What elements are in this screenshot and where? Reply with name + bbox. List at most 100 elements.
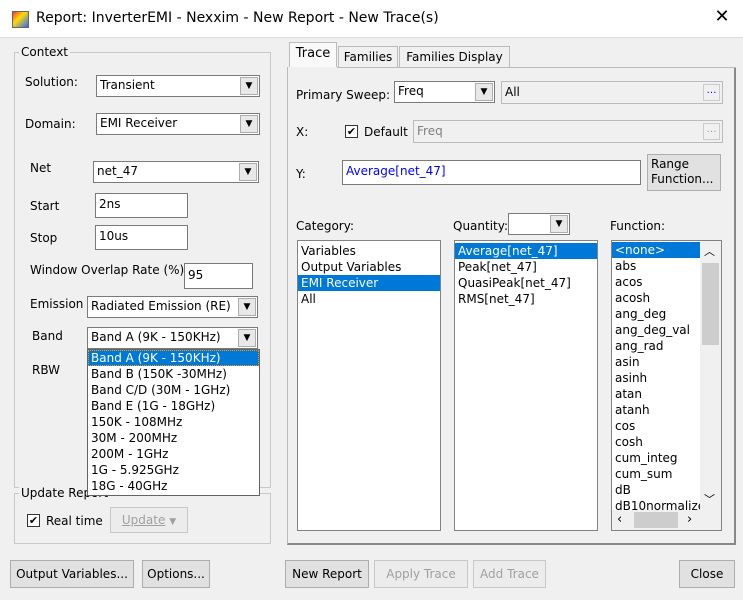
chevron-down-icon: ▼ bbox=[239, 163, 257, 181]
net-select[interactable]: net_47 ▼ bbox=[93, 161, 259, 183]
band-option[interactable]: 1G - 5.925GHz bbox=[88, 462, 259, 478]
quantity-label: Quantity: bbox=[453, 219, 509, 233]
rbw-label: RBW bbox=[32, 363, 61, 377]
title-bar: Report: InverterEMI - Nexxim - New Repor… bbox=[0, 0, 743, 38]
scroll-right-icon[interactable]: › bbox=[687, 512, 692, 527]
category-item[interactable]: EMI Receiver bbox=[298, 275, 440, 291]
domain-value: EMI Receiver bbox=[100, 116, 178, 130]
tab-families-display[interactable]: Families Display bbox=[399, 46, 510, 68]
x-label: X: bbox=[296, 125, 309, 139]
primary-sweep-label: Primary Sweep: bbox=[296, 88, 391, 102]
emission-select[interactable]: Radiated Emission (RE) ▼ bbox=[87, 296, 258, 318]
function-item[interactable]: acosh bbox=[612, 290, 700, 306]
band-option[interactable]: Band A (9K - 150KHz) bbox=[88, 350, 259, 366]
function-item[interactable]: <none> bbox=[612, 242, 700, 258]
quantity-item[interactable]: Average[net_47] bbox=[455, 243, 597, 259]
scroll-thumb[interactable] bbox=[702, 263, 719, 345]
horizontal-scrollbar[interactable]: ‹ › bbox=[612, 510, 721, 530]
start-input[interactable]: 2ns bbox=[95, 193, 188, 218]
context-group-label: Context bbox=[19, 45, 71, 59]
function-list[interactable]: <none> abs acos acosh ang_deg ang_deg_val ang_… bbox=[611, 240, 722, 531]
band-option[interactable]: 200M - 1GHz bbox=[88, 446, 259, 462]
function-item[interactable]: cum_integ bbox=[612, 450, 700, 466]
band-option[interactable]: 30M - 200MHz bbox=[88, 430, 259, 446]
function-item[interactable]: asin bbox=[612, 354, 700, 370]
band-option[interactable]: Band E (1G - 18GHz) bbox=[88, 398, 259, 414]
default-label: Default bbox=[364, 125, 408, 139]
band-option[interactable]: Band B (150K -30MHz) bbox=[88, 366, 259, 382]
domain-select[interactable]: EMI Receiver ▼ bbox=[96, 113, 260, 135]
ellipsis-button: … bbox=[703, 123, 720, 140]
sweep-range-field[interactable]: All… bbox=[501, 81, 723, 104]
close-button[interactable]: Close bbox=[679, 560, 735, 588]
band-option[interactable]: 150K - 108MHz bbox=[88, 414, 259, 430]
function-item[interactable]: atan bbox=[612, 386, 700, 402]
stop-label: Stop bbox=[30, 231, 58, 245]
chevron-down-icon: ▼ bbox=[240, 115, 258, 133]
scroll-up-icon[interactable]: ︿ bbox=[704, 243, 715, 259]
function-item[interactable]: ang_rad bbox=[612, 338, 700, 354]
solution-select[interactable]: Transient ▼ bbox=[96, 75, 260, 97]
close-window-button[interactable]: ✕ bbox=[710, 6, 734, 27]
quantity-item[interactable]: QuasiPeak[net_47] bbox=[455, 275, 597, 291]
function-item[interactable]: abs bbox=[612, 258, 700, 274]
tab-families[interactable]: Families bbox=[338, 46, 398, 68]
band-option[interactable]: Band C/D (30M - 1GHz) bbox=[88, 382, 259, 398]
function-item[interactable]: atanh bbox=[612, 402, 700, 418]
start-label: Start bbox=[30, 199, 60, 213]
update-button-label: Update bbox=[121, 513, 166, 527]
options-button[interactable]: Options... bbox=[142, 560, 210, 588]
add-trace-button[interactable]: Add Trace bbox=[473, 560, 546, 588]
category-item[interactable]: All bbox=[298, 291, 440, 307]
scroll-left-icon[interactable]: ‹ bbox=[617, 512, 622, 527]
function-item[interactable]: cum_sum bbox=[612, 466, 700, 482]
y-expression-field[interactable]: Average[net_47] bbox=[342, 160, 641, 185]
default-checkbox[interactable]: ✔ bbox=[345, 125, 358, 138]
vertical-scrollbar[interactable]: ︿ ﹀ bbox=[700, 241, 721, 510]
stop-input[interactable]: 10us bbox=[95, 225, 188, 250]
chevron-down-icon: ▼ bbox=[240, 77, 258, 95]
function-item[interactable]: acos bbox=[612, 274, 700, 290]
panel-top-border bbox=[337, 67, 736, 68]
quantity-item[interactable]: Peak[net_47] bbox=[455, 259, 597, 275]
quantity-filter-select[interactable]: ▼ bbox=[508, 213, 570, 235]
category-list[interactable]: Variables Output Variables EMI Receiver All bbox=[297, 240, 441, 531]
function-item[interactable]: dB bbox=[612, 482, 700, 498]
solution-value: Transient bbox=[100, 78, 155, 92]
apply-trace-button[interactable]: Apply Trace bbox=[374, 560, 468, 588]
update-button[interactable]: Update ▼ bbox=[110, 507, 188, 533]
band-option[interactable]: 18G - 40GHz bbox=[88, 478, 259, 494]
x-expression-field: Freq … bbox=[413, 120, 723, 143]
band-value: Band A (9K - 150KHz) bbox=[91, 330, 221, 344]
band-dropdown-list[interactable]: Band A (9K - 150KHz) Band B (150K -30MHz)… bbox=[87, 349, 260, 496]
category-item[interactable]: Output Variables bbox=[298, 259, 440, 275]
quantity-list[interactable]: Average[net_47] Peak[net_47] QuasiPeak[net… bbox=[454, 240, 598, 531]
x-value: Freq bbox=[417, 124, 443, 138]
function-item[interactable]: asinh bbox=[612, 370, 700, 386]
category-item[interactable]: Variables bbox=[298, 243, 440, 259]
band-select[interactable]: Band A (9K - 150KHz) ▼ bbox=[87, 327, 258, 349]
function-item[interactable]: cos bbox=[612, 418, 700, 434]
function-item[interactable]: ang_deg_val bbox=[612, 322, 700, 338]
range-function-button[interactable]: Range Function... bbox=[647, 154, 721, 191]
function-item[interactable]: ang_deg bbox=[612, 306, 700, 322]
ellipsis-button[interactable]: … bbox=[703, 84, 720, 101]
scroll-down-icon[interactable]: ﹀ bbox=[704, 491, 715, 507]
scroll-thumb-h[interactable] bbox=[634, 512, 678, 528]
emission-value: Radiated Emission (RE) bbox=[91, 299, 231, 313]
tab-trace[interactable]: Trace bbox=[289, 42, 337, 67]
domain-label: Domain: bbox=[25, 117, 76, 131]
net-value: net_47 bbox=[97, 164, 138, 178]
emission-label: Emission bbox=[30, 297, 84, 311]
net-label: Net bbox=[30, 161, 52, 175]
output-variables-button[interactable]: Output Variables... bbox=[10, 560, 134, 588]
app-icon bbox=[12, 11, 29, 28]
realtime-checkbox[interactable]: ✔ bbox=[27, 514, 40, 527]
chevron-down-icon: ▼ bbox=[550, 215, 568, 233]
overlap-input[interactable]: 95 bbox=[184, 263, 253, 289]
primary-sweep-select[interactable]: Freq ▼ bbox=[394, 81, 495, 103]
new-report-button[interactable]: New Report bbox=[285, 560, 369, 588]
quantity-item[interactable]: RMS[net_47] bbox=[455, 291, 597, 307]
function-label: Function: bbox=[610, 219, 666, 233]
function-item[interactable]: cosh bbox=[612, 434, 700, 450]
